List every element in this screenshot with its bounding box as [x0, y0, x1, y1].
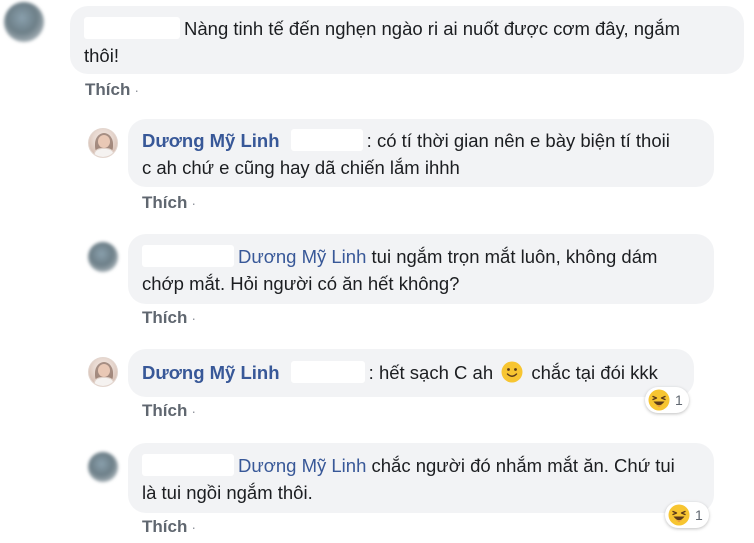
avatar[interactable]	[88, 452, 118, 482]
avatar[interactable]	[88, 242, 118, 272]
like-button[interactable]: Thích ·	[85, 80, 139, 100]
reaction-count[interactable]: 1	[665, 502, 709, 528]
avatar[interactable]	[88, 128, 118, 158]
redacted-name	[142, 454, 234, 476]
comment-text-line2: là tui ngồi ngắm thôi.	[142, 482, 313, 503]
comment-text-line2: thôi!	[84, 45, 119, 66]
redacted-name	[84, 17, 180, 39]
comment-text-after-emoji: chắc tại đói kkk	[531, 362, 658, 383]
avatar[interactable]	[88, 357, 118, 387]
comment-text: tui ngắm trọn mắt luôn, không dám	[366, 246, 658, 267]
mention-link[interactable]: Dương Mỹ Linh	[238, 455, 366, 476]
comment-bubble: Dương Mỹ Linh : có tí thời gian nên e bà…	[128, 119, 714, 187]
reaction-count-label: 1	[695, 507, 703, 523]
reaction-count-label: 1	[675, 392, 683, 408]
redacted-name	[290, 361, 365, 383]
comment-text: chắc người đó nhắm mắt ăn. Chứ tui	[366, 455, 675, 476]
reaction-count[interactable]: 1	[645, 387, 689, 413]
smiling-face-icon	[501, 361, 523, 383]
haha-icon	[648, 389, 670, 411]
comment-text: : hết sạch C ah	[368, 362, 494, 383]
comment-bubble: Dương Mỹ Linh : hết sạch C ah chắc tại đ…	[128, 349, 694, 397]
like-button[interactable]: Thích ·	[142, 401, 196, 421]
author-name[interactable]: Dương Mỹ Linh	[142, 130, 280, 151]
like-button[interactable]: Thích ·	[142, 308, 196, 328]
redacted-name	[290, 129, 363, 151]
haha-icon	[668, 504, 690, 526]
comment-bubble: Dương Mỹ Linh chắc người đó nhắm mắt ăn.…	[128, 443, 714, 513]
redacted-name	[142, 245, 234, 267]
like-button[interactable]: Thích ·	[142, 517, 196, 537]
comment-text: : có tí thời gian nên e bày biện tí thoi…	[366, 130, 670, 151]
like-button[interactable]: Thích ·	[142, 193, 196, 213]
comment-text: Nàng tinh tế đến nghẹn ngào ri ai nuốt đ…	[184, 18, 681, 39]
author-name[interactable]: Dương Mỹ Linh	[142, 362, 280, 383]
comment-bubble: Nàng tinh tế đến nghẹn ngào ri ai nuốt đ…	[70, 6, 744, 74]
comment-bubble: Dương Mỹ Linh tui ngắm trọn mắt luôn, kh…	[128, 234, 714, 304]
comment-text-line2: chớp mắt. Hỏi người có ăn hết không?	[142, 273, 460, 294]
avatar[interactable]	[4, 2, 44, 42]
comment-text-line2: c ah chứ e cũng hay dã chiến lắm ihhh	[142, 157, 460, 178]
mention-link[interactable]: Dương Mỹ Linh	[238, 246, 366, 267]
